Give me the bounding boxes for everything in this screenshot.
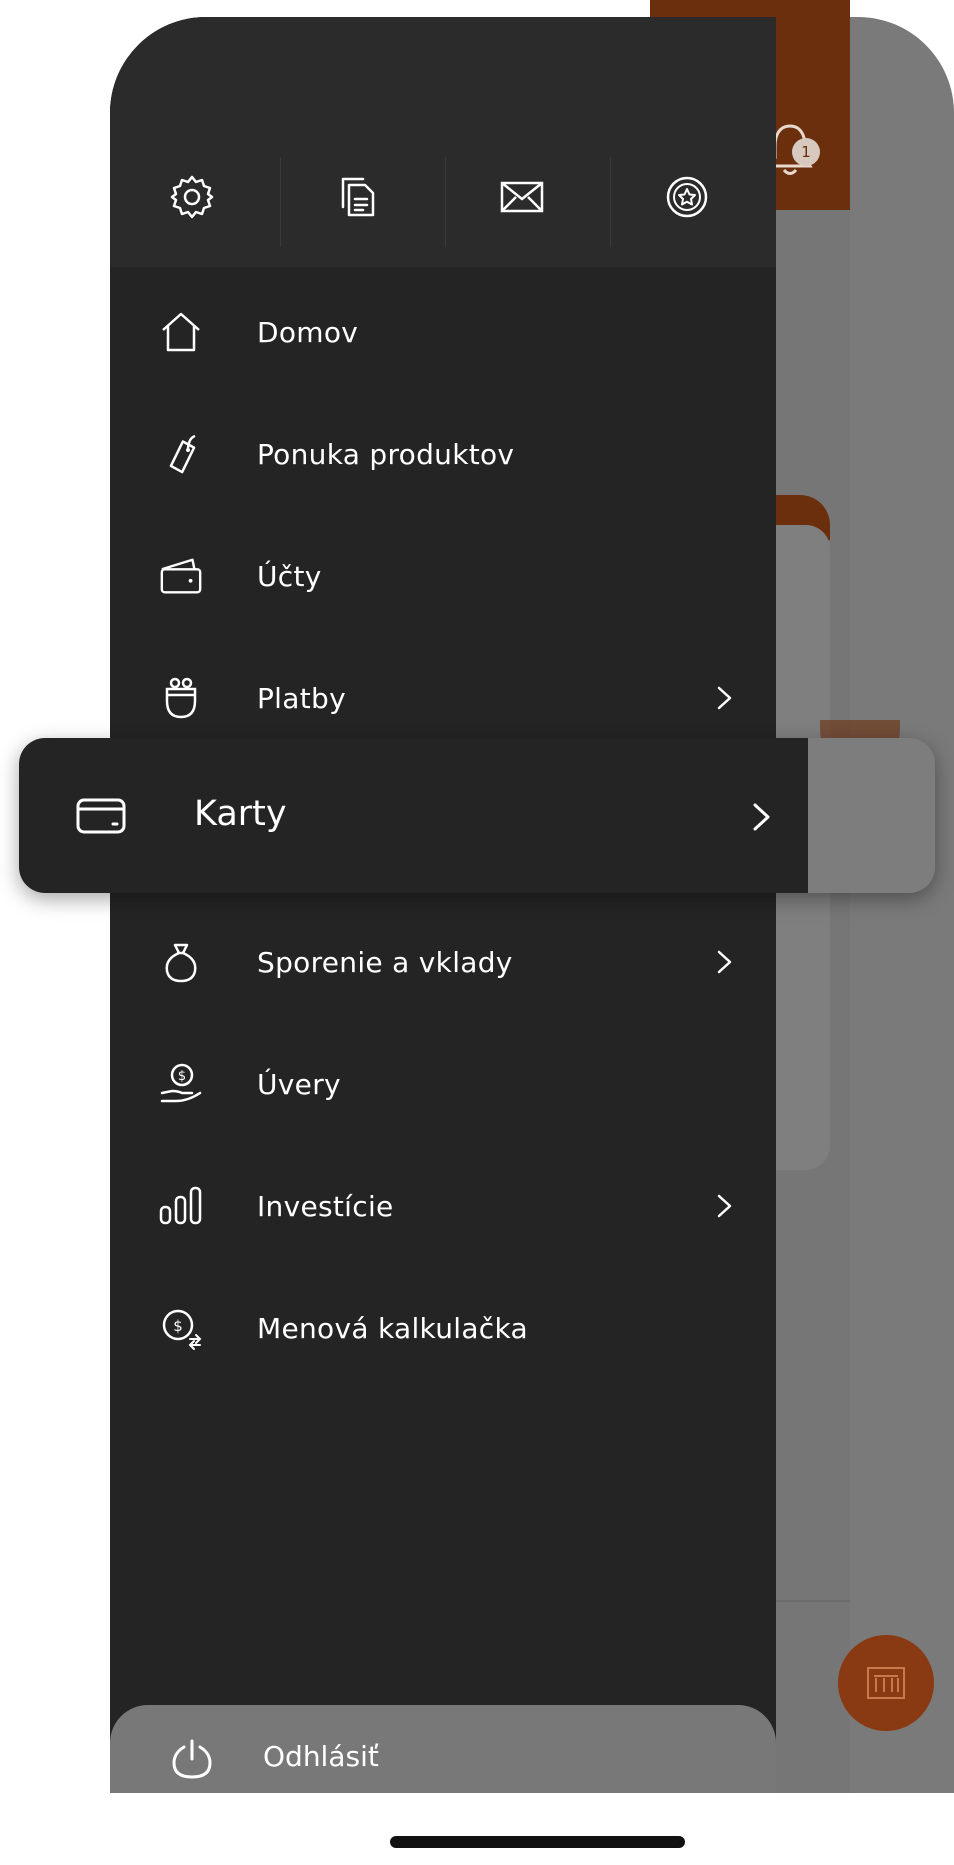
payments-icon: [158, 675, 204, 721]
bank-icon: [867, 1667, 905, 1699]
menu-label: Platby: [257, 681, 346, 715]
menu-item-investicie[interactable]: Investície: [110, 1161, 776, 1251]
menu-item-karty[interactable]: Karty: [19, 738, 935, 893]
chevron-right-icon: [753, 803, 770, 831]
loan-hand-icon: $: [158, 1061, 204, 1107]
menu-label: Menová kalkulačka: [257, 1311, 528, 1345]
svg-text:$: $: [178, 1069, 186, 1084]
wallet-icon: [158, 553, 204, 599]
menu-item-domov[interactable]: Domov: [110, 287, 776, 377]
menu-item-ponuka-produktov[interactable]: Ponuka produktov: [110, 409, 776, 499]
bank-fab-button[interactable]: [838, 1635, 934, 1731]
svg-text:$: $: [173, 1317, 183, 1335]
karty-highlight: [19, 738, 808, 893]
notification-badge: 1: [792, 138, 820, 166]
bottom-safe-area: [110, 1793, 954, 1865]
logout-label: Odhlásiť: [263, 1740, 379, 1773]
menu-item-menova-kalkulacka[interactable]: $ Menová kalkulačka: [110, 1283, 776, 1373]
settings-button[interactable]: [162, 167, 222, 227]
menu-label: Karty: [194, 794, 287, 834]
menu-label: Úvery: [257, 1067, 341, 1101]
documents-button[interactable]: [327, 167, 387, 227]
drawer-toolbar: [110, 17, 776, 267]
power-icon: [172, 1739, 212, 1779]
gear-icon: [170, 175, 214, 219]
messages-button[interactable]: [492, 167, 552, 227]
menu-label: Domov: [257, 315, 359, 349]
chevron-right-icon: [717, 1194, 732, 1218]
navigation-drawer: Domov Ponuka produktov Účty Platby Spore…: [110, 17, 776, 1805]
menu-item-uvery[interactable]: $ Úvery: [110, 1039, 776, 1129]
favorites-button[interactable]: [657, 167, 717, 227]
menu-label: Investície: [257, 1189, 394, 1223]
chevron-right-icon: [717, 950, 732, 974]
currency-exchange-icon: $: [158, 1305, 204, 1351]
menu-label: Účty: [257, 559, 322, 593]
menu-item-sporenie[interactable]: Sporenie a vklady: [110, 917, 776, 1007]
mail-icon: [500, 181, 544, 213]
investments-icon: [158, 1183, 204, 1229]
menu-label: Sporenie a vklady: [257, 945, 513, 979]
menu-label: Ponuka produktov: [257, 437, 515, 471]
home-indicator[interactable]: [390, 1836, 685, 1848]
menu-item-ucty[interactable]: Účty: [110, 531, 776, 621]
chevron-right-icon: [717, 686, 732, 710]
documents-icon: [341, 177, 375, 217]
karty-highlight-extension: [808, 738, 935, 893]
card-icon: [76, 798, 126, 834]
tag-icon: [158, 431, 204, 477]
piggy-bag-icon: [158, 939, 204, 985]
menu-item-platby[interactable]: Platby: [110, 653, 776, 743]
star-badge-icon: [666, 176, 708, 218]
home-icon: [158, 309, 204, 355]
